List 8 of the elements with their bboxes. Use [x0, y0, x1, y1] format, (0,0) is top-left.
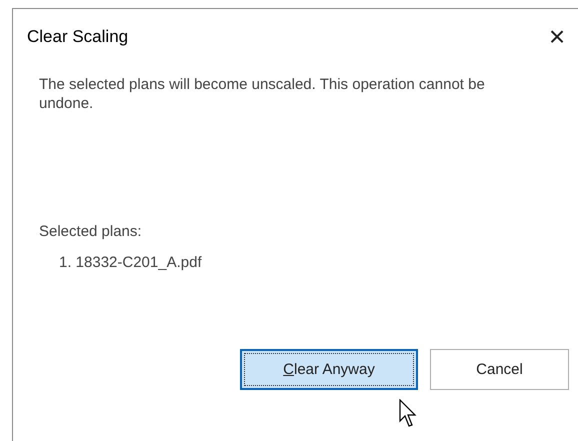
plan-item: 1. 18332-C201_A.pdf: [59, 254, 203, 271]
close-button[interactable]: ×: [546, 23, 568, 51]
plans-label: Selected plans:: [39, 223, 143, 240]
cancel-button[interactable]: Cancel: [430, 349, 569, 390]
mouse-pointer-icon: [399, 399, 419, 429]
message-text: The selected plans will become unscaled. This operation cannot be undone.: [39, 75, 486, 113]
clear-anyway-button[interactable]: Clear Anyway: [240, 349, 418, 390]
window-title: Clear Scaling: [27, 27, 128, 47]
